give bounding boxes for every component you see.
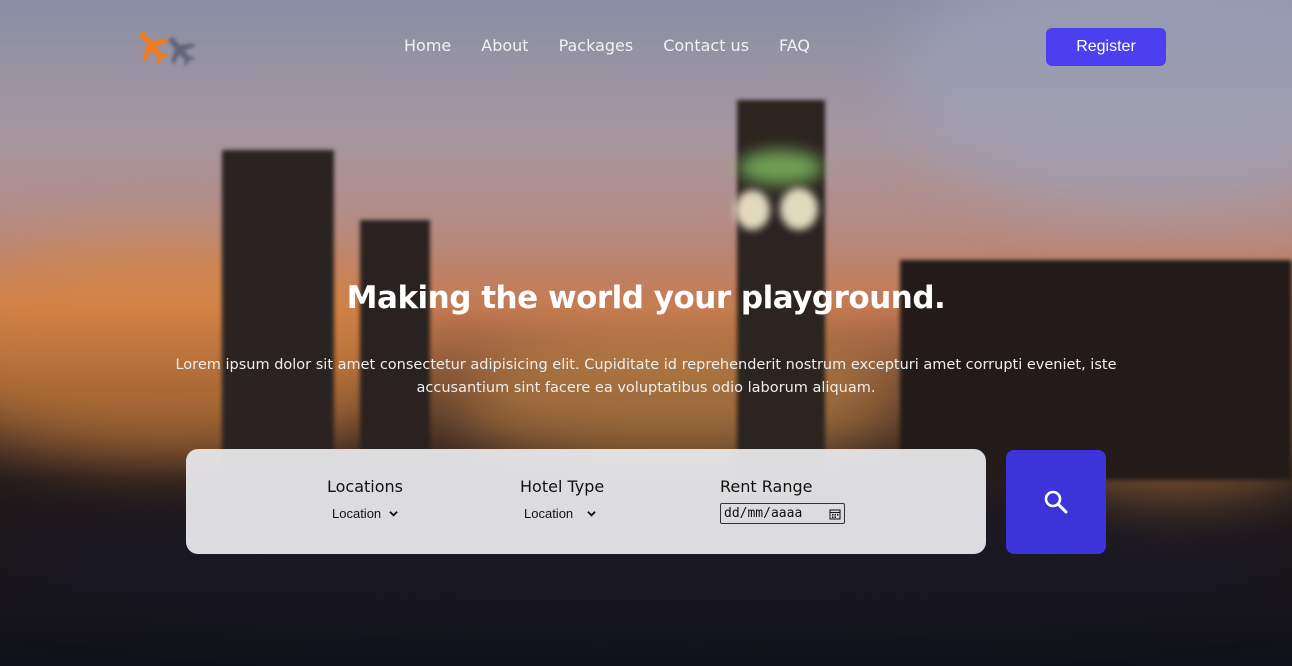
- calendar-icon[interactable]: [829, 508, 841, 520]
- rent-range-field: Rent Range dd/mm/aaaa: [720, 477, 845, 524]
- search-icon: [1044, 490, 1068, 514]
- rent-range-date-input[interactable]: dd/mm/aaaa: [720, 503, 845, 524]
- hotel-type-select[interactable]: Location: [524, 505, 596, 521]
- hotel-type-label: Hotel Type: [520, 477, 605, 496]
- date-input-value: dd/mm/aaaa: [724, 506, 803, 521]
- navbar: Home About Packages Contact us FAQ Regis…: [0, 0, 1292, 94]
- search-button[interactable]: [1006, 450, 1106, 554]
- locations-field: Locations Location: [327, 477, 403, 522]
- register-button[interactable]: Register: [1046, 28, 1166, 66]
- hotel-type-select-value: Location: [524, 505, 574, 521]
- locations-select-value: Location: [332, 505, 382, 521]
- locations-select[interactable]: Location: [332, 505, 398, 521]
- hero-title: Making the world your playground.: [346, 280, 946, 316]
- locations-label: Locations: [327, 477, 404, 496]
- hotel-type-field: Hotel Type Location: [520, 477, 604, 522]
- airplane-icon[interactable]: [128, 24, 202, 74]
- nav-link-about[interactable]: About: [481, 36, 528, 56]
- nav-link-contact[interactable]: Contact us: [663, 36, 749, 56]
- search-panel: Locations Location Hotel Type Location R…: [186, 449, 986, 554]
- chevron-down-icon: [389, 510, 398, 517]
- nav-links: Home About Packages Contact us FAQ: [404, 36, 840, 56]
- hero-description: Lorem ipsum dolor sit amet consectetur a…: [175, 357, 1117, 396]
- nav-link-packages[interactable]: Packages: [559, 36, 634, 56]
- chevron-down-icon: [587, 510, 596, 517]
- background-image: [0, 0, 1292, 666]
- nav-link-faq[interactable]: FAQ: [779, 36, 810, 56]
- rent-range-label: Rent Range: [720, 477, 813, 496]
- nav-link-home[interactable]: Home: [404, 36, 451, 56]
